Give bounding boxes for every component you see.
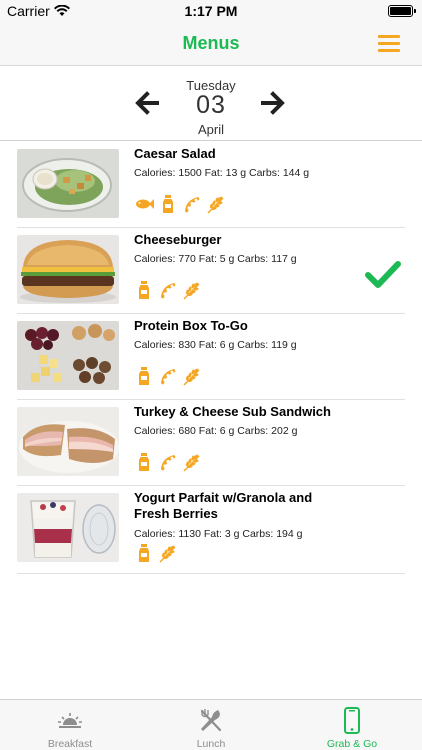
soy-icon: [161, 455, 176, 471]
allergen-icons: [134, 194, 226, 214]
date-month: April: [197, 122, 224, 137]
phone-icon: [344, 707, 360, 734]
milk-icon: [139, 453, 149, 471]
tab-lunch[interactable]: Lunch: [141, 700, 281, 750]
menu-item-nutrition: Calories: 770 Fat: 5 g Carbs: 117 g: [134, 253, 297, 265]
menu-item-name: Protein Box To-Go: [134, 318, 248, 333]
hamburger-icon[interactable]: [378, 35, 400, 52]
menu-item-list: Caesar Salad Calories: 1500 Fat: 13 g Ca…: [0, 142, 422, 574]
menu-item-name: Caesar Salad: [134, 146, 216, 161]
menu-item-cheeseburger[interactable]: Cheeseburger Calories: 770 Fat: 5 g Carb…: [17, 228, 405, 314]
turkey-sub-photo: [17, 407, 119, 476]
tab-label: Lunch: [196, 738, 226, 750]
soy-icon: [161, 369, 176, 385]
wheat-icon: [183, 454, 200, 472]
wheat-icon: [183, 282, 200, 300]
navigation-bar: Menus: [0, 22, 422, 66]
tab-label: Grab & Go: [326, 738, 378, 750]
menu-item-nutrition: Calories: 1130 Fat: 3 g Carbs: 194 g: [134, 528, 303, 540]
checkmark-icon[interactable]: [365, 260, 401, 290]
sunrise-icon: [58, 713, 82, 728]
menu-item-turkey-sub[interactable]: Turkey & Cheese Sub Sandwich Calories: 6…: [17, 400, 405, 486]
wheat-icon: [207, 196, 224, 214]
tab-breakfast[interactable]: Breakfast: [0, 700, 140, 750]
milk-icon: [139, 367, 149, 385]
caesar-salad-photo: [17, 149, 119, 218]
milk-icon: [163, 195, 173, 213]
cheeseburger-photo: [17, 235, 119, 304]
allergen-icons: [134, 366, 202, 386]
menu-item-nutrition: Calories: 1500 Fat: 13 g Carbs: 144 g: [134, 167, 310, 179]
status-bar: Carrier 1:17 PM: [0, 0, 422, 22]
menu-item-caesar-salad[interactable]: Caesar Salad Calories: 1500 Fat: 13 g Ca…: [17, 142, 405, 228]
battery-icon: [388, 5, 416, 17]
page-title: Menus: [182, 33, 240, 53]
tab-label: Breakfast: [47, 738, 93, 750]
fork-knife-icon: [200, 709, 222, 732]
menu-item-name: Cheeseburger: [134, 232, 222, 247]
menu-item-yogurt-parfait[interactable]: Yogurt Parfait w/Granola and Fresh Berri…: [17, 486, 405, 574]
menu-item-protein-box[interactable]: Protein Box To-Go Calories: 830 Fat: 6 g…: [17, 314, 405, 400]
fish-icon: [136, 199, 154, 209]
milk-icon: [139, 544, 149, 562]
yogurt-parfait-photo: [17, 493, 119, 562]
status-time: 1:17 PM: [184, 3, 238, 19]
tab-grab-and-go[interactable]: Grab & Go: [282, 700, 422, 750]
wheat-icon: [159, 545, 176, 563]
tab-bar: Breakfast Lunch Grab & Go: [0, 699, 422, 750]
next-day-arrow-icon[interactable]: [259, 89, 287, 117]
wheat-icon: [183, 368, 200, 386]
allergen-icons: [134, 543, 178, 563]
menu-item-name: Turkey & Cheese Sub Sandwich: [134, 404, 331, 419]
milk-icon: [139, 281, 149, 299]
menu-item-name: Yogurt Parfait w/Granola and Fresh Berri…: [134, 490, 313, 521]
allergen-icons: [134, 452, 202, 472]
menu-item-nutrition: Calories: 680 Fat: 6 g Carbs: 202 g: [134, 425, 298, 437]
allergen-icons: [134, 280, 202, 300]
protein-box-photo: [17, 321, 119, 390]
soy-icon: [161, 283, 176, 299]
menu-item-nutrition: Calories: 830 Fat: 6 g Carbs: 119 g: [134, 339, 297, 351]
date-day-number: 03: [196, 91, 226, 119]
date-selector: Tuesday 03 April: [0, 67, 422, 141]
soy-icon: [185, 197, 200, 213]
